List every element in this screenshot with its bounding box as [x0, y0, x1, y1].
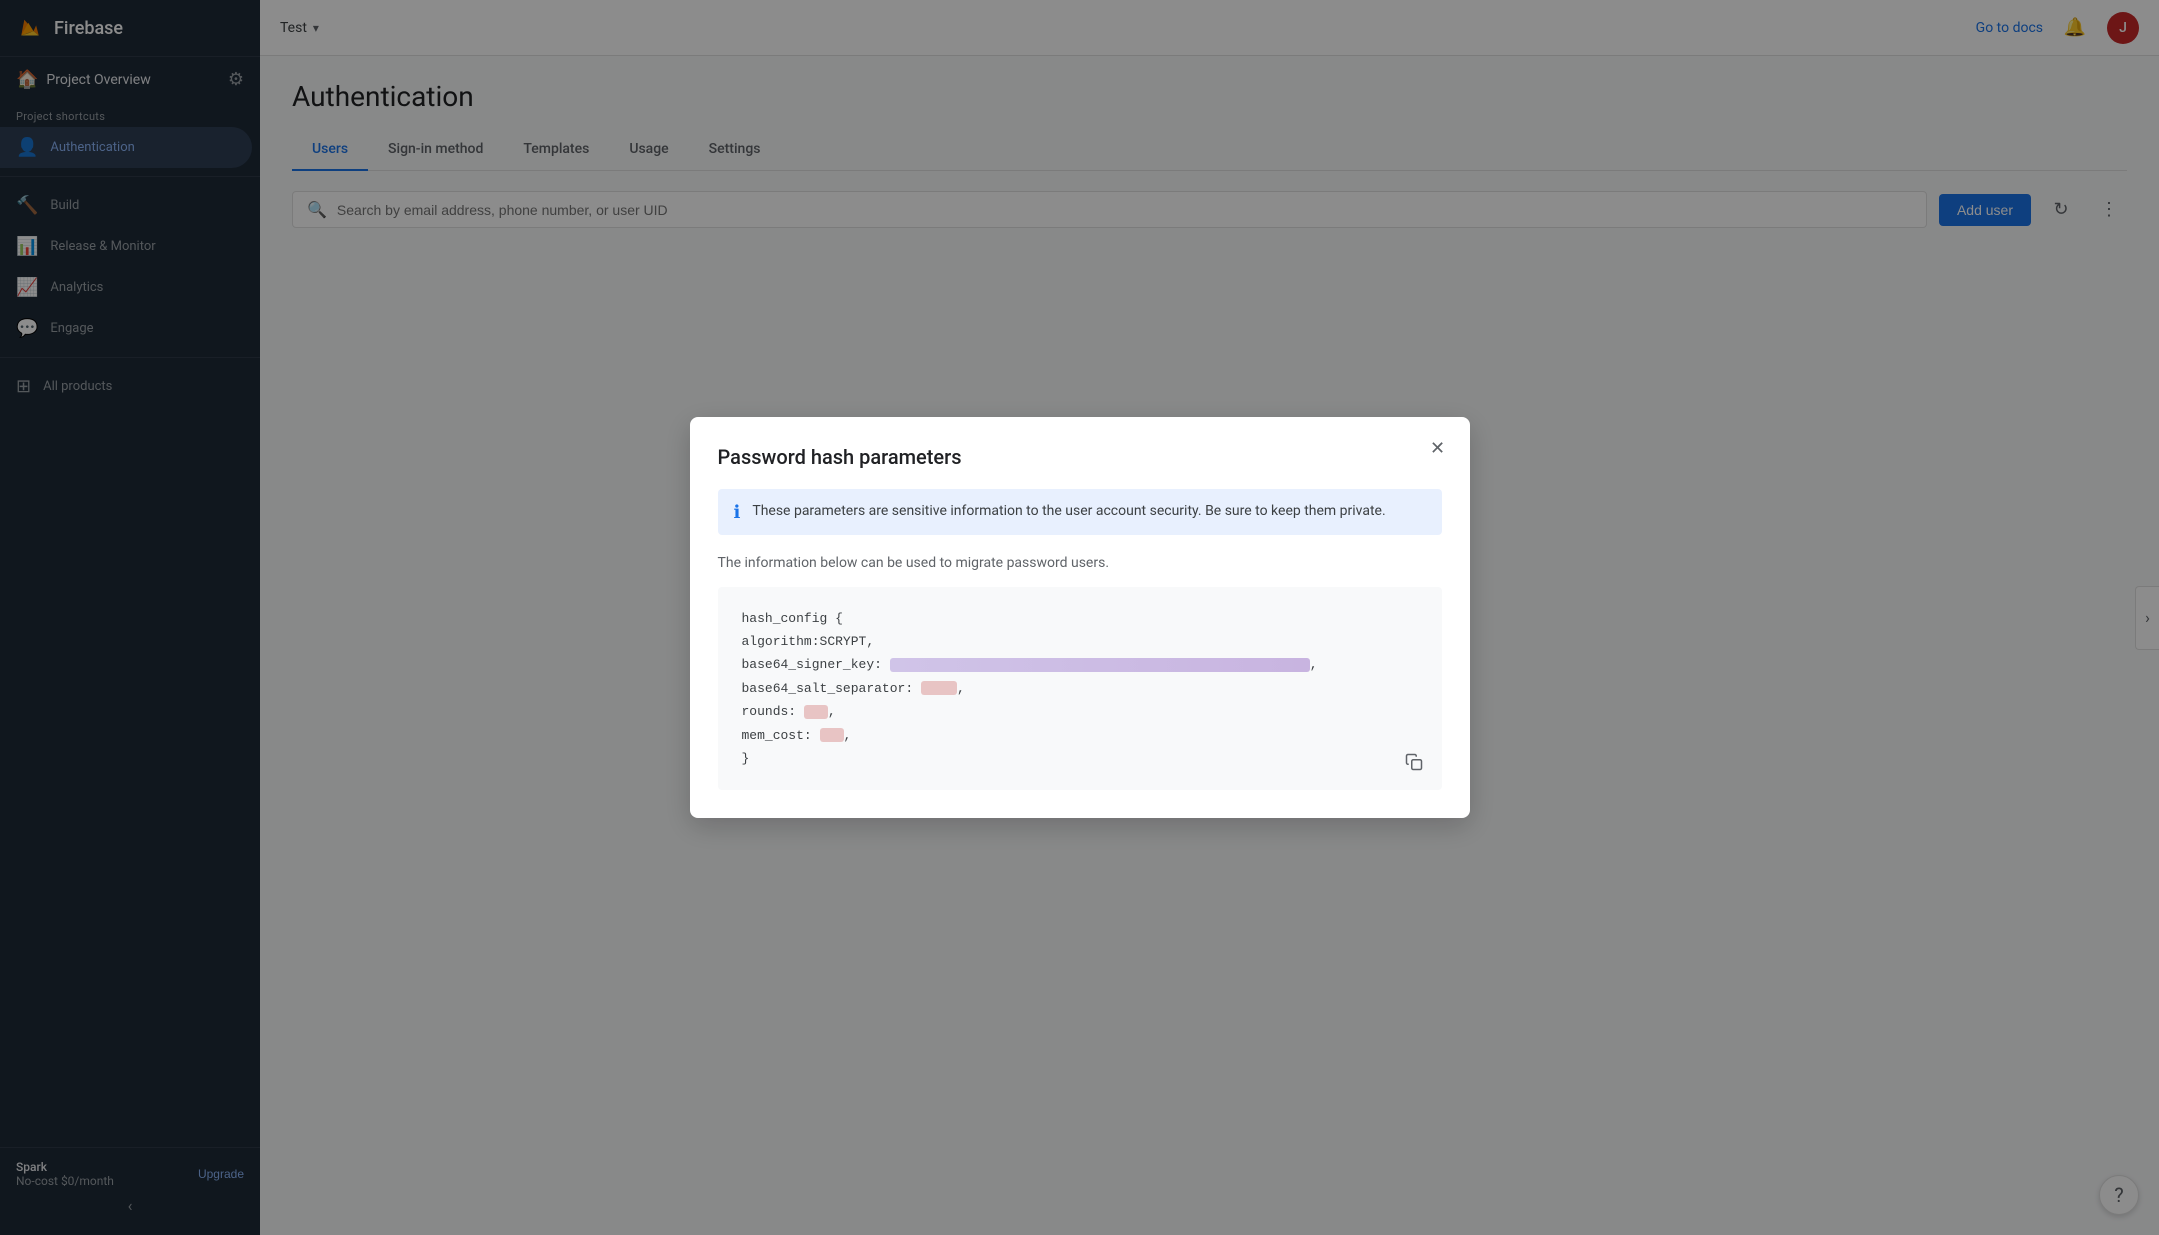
code-mem-cost-line: mem_cost: , — [742, 724, 1418, 747]
code-rounds-comma: , — [828, 700, 836, 723]
code-salt-sep-comma: , — [957, 677, 965, 700]
code-algorithm-val: SCRYPT, — [820, 630, 875, 653]
info-banner: ℹ These parameters are sensitive informa… — [718, 489, 1442, 535]
code-algorithm-key: algorithm: — [742, 630, 820, 653]
code-salt-sep-line: base64_salt_separator: , — [742, 677, 1418, 700]
code-signer-key-value — [890, 658, 1310, 672]
code-salt-sep-value — [921, 681, 957, 695]
code-mem-cost-comma: , — [844, 724, 852, 747]
code-rounds-line: rounds: , — [742, 700, 1418, 723]
code-rounds-label: rounds: — [742, 700, 797, 723]
code-rounds-value — [804, 705, 828, 719]
modal-overlay[interactable]: ✕ Password hash parameters ℹ These param… — [0, 0, 2159, 1235]
code-closing-brace: } — [742, 747, 750, 770]
code-block: hash_config { algorithm: SCRYPT, base64_… — [718, 587, 1442, 791]
code-mem-cost-label: mem_cost: — [742, 724, 812, 747]
info-icon: ℹ — [734, 502, 741, 523]
code-algorithm-line: algorithm: SCRYPT, — [742, 630, 1418, 653]
code-hash-config: hash_config { — [742, 607, 843, 630]
modal-title: Password hash parameters — [718, 445, 1442, 469]
modal-description: The information below can be used to mig… — [718, 555, 1442, 571]
password-hash-modal: ✕ Password hash parameters ℹ These param… — [690, 417, 1470, 819]
code-signer-key-comma: , — [1310, 653, 1318, 676]
code-close-brace: } — [742, 747, 1418, 770]
code-open-brace: hash_config { — [742, 607, 1418, 630]
copy-button[interactable] — [1398, 746, 1430, 778]
info-banner-text: These parameters are sensitive informati… — [752, 501, 1385, 522]
modal-close-button[interactable]: ✕ — [1422, 433, 1454, 465]
code-salt-sep-label: base64_salt_separator: — [742, 677, 914, 700]
code-signer-key-line: base64_signer_key: , — [742, 653, 1418, 676]
code-signer-key-label: base64_signer_key: — [742, 653, 882, 676]
code-mem-cost-value — [820, 728, 844, 742]
